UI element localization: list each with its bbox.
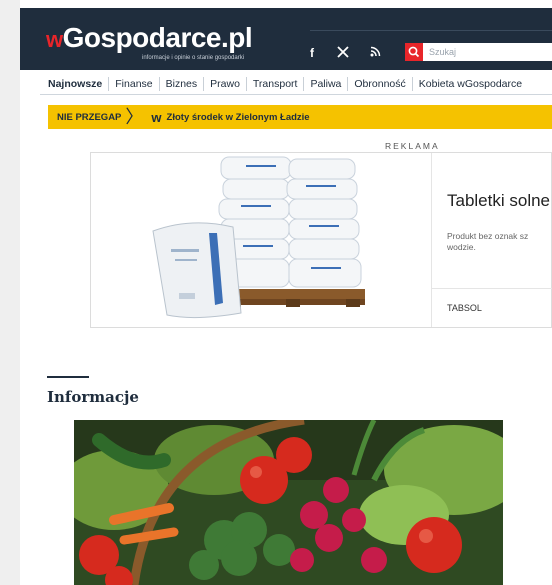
ad-title[interactable]: Tabletki solne bbox=[447, 191, 550, 211]
ad-brand[interactable]: TABSOL bbox=[447, 303, 482, 313]
nav-item-biznes[interactable]: Biznes bbox=[158, 76, 204, 91]
search-input[interactable] bbox=[423, 43, 552, 61]
rss-icon[interactable] bbox=[368, 46, 382, 60]
ad-product-image bbox=[91, 153, 431, 327]
breaking-news-bar[interactable]: NIE PRZEGAP 〉 w Złoty środek w Zielonym … bbox=[48, 105, 552, 129]
chevron-right-icon: 〉 bbox=[125, 107, 144, 127]
x-icon[interactable] bbox=[336, 46, 350, 60]
article-photo[interactable] bbox=[74, 420, 503, 585]
nav-item-paliwa[interactable]: Paliwa bbox=[303, 76, 347, 91]
main-nav: Najnowsze Finanse Biznes Prawo Transport… bbox=[40, 73, 552, 95]
logo-main: Gospodarce.pl bbox=[62, 22, 253, 53]
breaking-logo: w bbox=[151, 109, 162, 125]
ad-label: REKLAMA bbox=[385, 141, 440, 151]
search-button[interactable] bbox=[405, 43, 423, 61]
section-accent-bar bbox=[47, 376, 89, 378]
site-tagline: informacje i opinie o stanie gospodarki bbox=[142, 55, 245, 61]
nav-item-prawo[interactable]: Prawo bbox=[203, 76, 246, 91]
logo-prefix: w bbox=[46, 27, 63, 52]
nav-item-kobieta[interactable]: Kobieta wGospodarce bbox=[411, 76, 528, 91]
ad-description: Produkt bez oznak sz wodzie. bbox=[447, 231, 529, 252]
ad-divider-horizontal bbox=[432, 288, 552, 289]
nav-item-najnowsze[interactable]: Najnowsze bbox=[40, 77, 108, 91]
breaking-news-headline[interactable]: Złoty środek w Zielonym Ładzie bbox=[167, 112, 310, 123]
nav-item-finanse[interactable]: Finanse bbox=[108, 76, 158, 91]
facebook-icon[interactable]: f bbox=[305, 46, 319, 60]
nav-item-transport[interactable]: Transport bbox=[245, 76, 304, 91]
nav-item-obronnosc[interactable]: Obronność bbox=[347, 76, 411, 91]
ad-divider bbox=[431, 153, 432, 327]
advertisement[interactable]: Tabletki solne Produkt bez oznak sz wodz… bbox=[90, 152, 552, 328]
site-header: wGospodarce.pl informacje i opinie o sta… bbox=[20, 8, 552, 70]
header-divider bbox=[310, 30, 552, 31]
section-title: Informacje bbox=[47, 388, 139, 406]
site-logo[interactable]: wGospodarce.pl bbox=[46, 22, 253, 54]
browser-page: wGospodarce.pl informacje i opinie o sta… bbox=[20, 0, 552, 585]
breaking-news-label: NIE PRZEGAP bbox=[57, 111, 122, 123]
search-icon bbox=[408, 46, 420, 58]
